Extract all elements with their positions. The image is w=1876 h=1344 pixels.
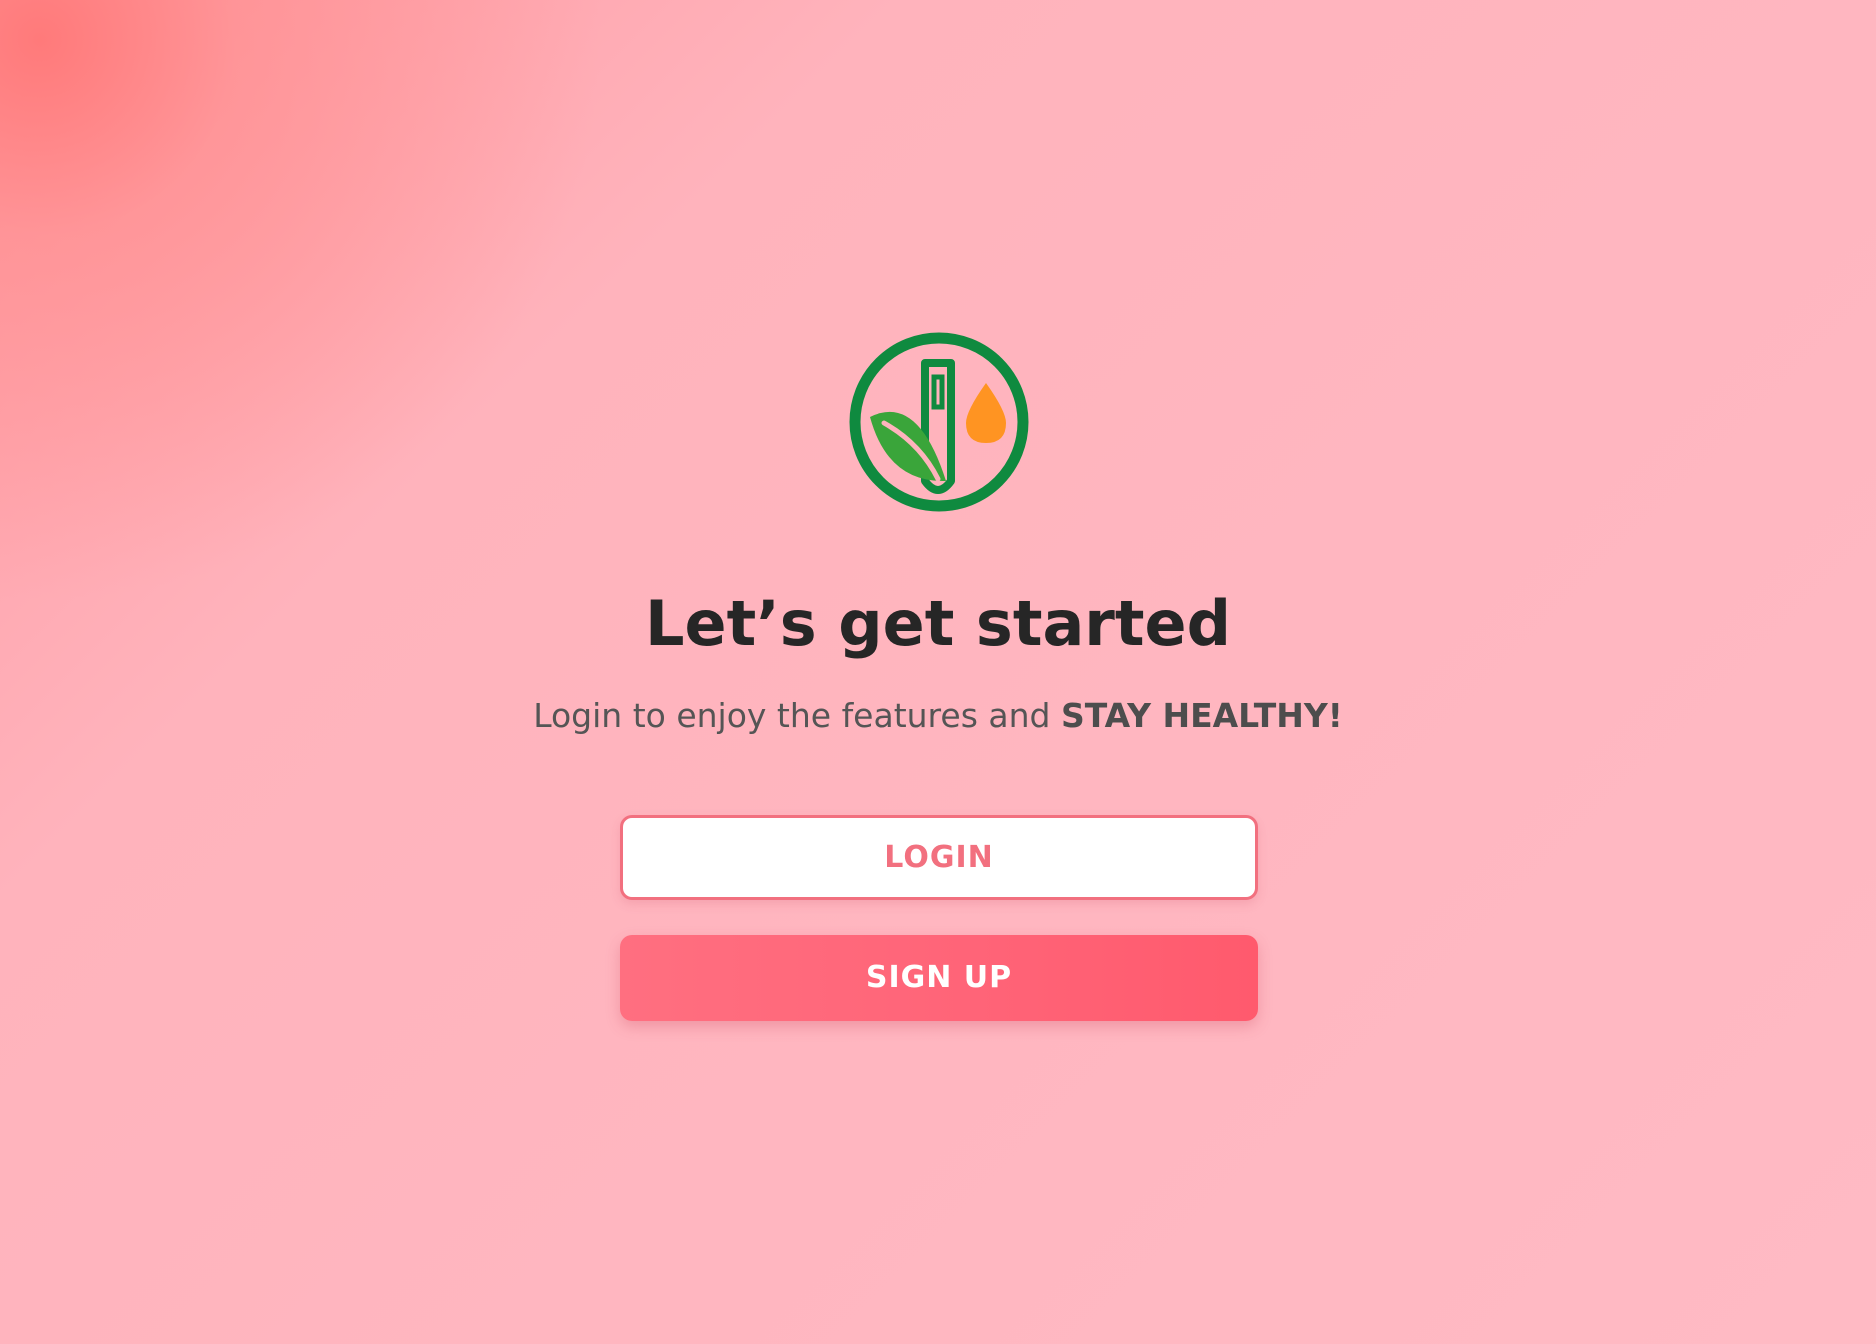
signup-button[interactable]: SIGN UP bbox=[620, 935, 1258, 1021]
app-logo-icon bbox=[848, 331, 1030, 513]
landing-screen: Let’s get started Login to enjoy the fea… bbox=[0, 0, 1876, 1344]
page-title: Let’s get started bbox=[645, 587, 1231, 660]
login-button[interactable]: LOGIN bbox=[620, 815, 1258, 900]
subtitle-emphasis: STAY HEALTHY! bbox=[1060, 696, 1343, 735]
page-subtitle: Login to enjoy the features and STAY HEA… bbox=[0, 694, 1876, 738]
subtitle-text: Login to enjoy the features and bbox=[533, 696, 1061, 735]
